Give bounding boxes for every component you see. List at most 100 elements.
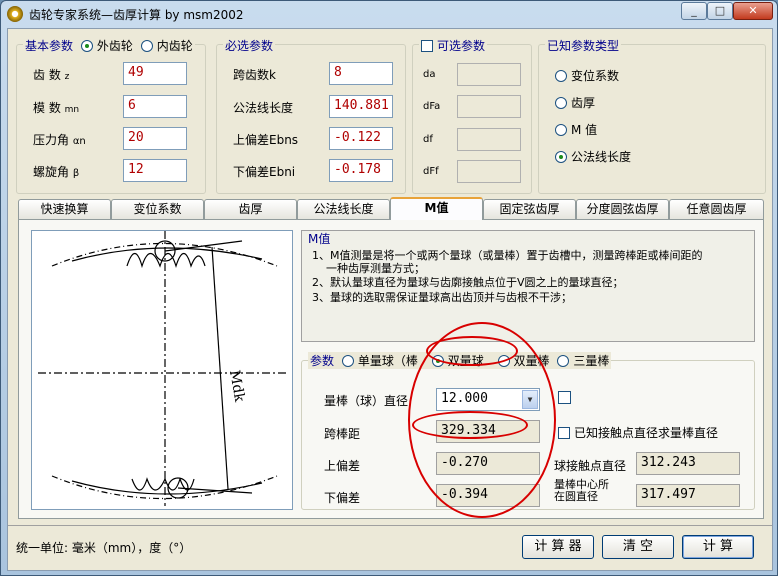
diameter-checkbox[interactable] <box>558 391 571 404</box>
upper-label: 上偏差 <box>324 459 361 473</box>
gear-diagram: Mdk <box>31 230 293 510</box>
dff-label: dFf <box>423 166 439 177</box>
known-option-shift-label: 变位系数 <box>571 69 620 83</box>
dff-input[interactable] <box>457 160 521 183</box>
annotation-ellipse-span <box>412 411 528 439</box>
known-option-tangent[interactable]: 公法线长度 <box>555 148 631 165</box>
basic-params-group: 基本参数 外齿轮 内齿轮 齿 数 z 49 模 数 mn 6 压力角 αn 20… <box>16 37 206 194</box>
tab-thickness[interactable]: 齿厚 <box>204 199 297 219</box>
radio-icon <box>555 97 567 109</box>
da-label: da <box>423 69 436 80</box>
df-label: df <box>423 134 433 145</box>
base-tangent-input[interactable]: 140.881 <box>329 95 393 118</box>
span-teeth-input[interactable]: 8 <box>329 62 393 85</box>
external-gear-label: 外齿轮 <box>96 39 133 53</box>
lower-dev-label: 下偏差Ebni <box>233 165 296 179</box>
tab-shift-coef[interactable]: 变位系数 <box>111 199 204 219</box>
gear-measurement-figure: Mdk <box>38 231 288 506</box>
helix-angle-label: 螺旋角 β <box>33 165 80 179</box>
triple-pin-label: 三量棒 <box>573 354 610 368</box>
known-type-label: 已知参数类型 <box>545 37 622 54</box>
basic-params-label: 基本参数 <box>25 39 74 53</box>
contact-label: 球接触点直径 <box>554 459 627 473</box>
upper-dev-label: 上偏差Ebns <box>233 133 299 147</box>
center-label: 量棒中心所 在圆直径 <box>554 479 609 503</box>
known-contact-toggle[interactable]: 已知接触点直径求量棒直径 <box>558 424 718 441</box>
known-option-shift[interactable]: 变位系数 <box>555 67 619 84</box>
tab-quick-convert[interactable]: 快速换算 <box>18 199 111 219</box>
teeth-count-input[interactable]: 49 <box>123 62 187 85</box>
mdk-label: Mdk <box>226 369 247 404</box>
optional-params-label: 可选参数 <box>437 39 486 53</box>
dfa-input[interactable] <box>457 95 521 118</box>
module-input[interactable]: 6 <box>123 95 187 118</box>
single-ball-label: 单量球（棒 <box>357 354 418 368</box>
required-params-group: 必选参数 跨齿数k 8 公法线长度 140.881 上偏差Ebns -0.122… <box>216 37 406 194</box>
center-output: 317.497 <box>636 484 740 507</box>
diameter-label: 量棒（球）直径 <box>324 394 409 408</box>
checkbox-icon <box>558 427 570 439</box>
known-option-m[interactable]: M 值 <box>555 121 597 138</box>
tab-pitch-chordal[interactable]: 分度圆弦齿厚 <box>576 199 669 219</box>
desc-line-2: 2、默认量球直径为量球与齿廓接触点位于V圆之上的量球直径； <box>312 276 624 289</box>
radio-checked-icon <box>555 151 567 163</box>
triple-pin-radio[interactable] <box>557 355 570 367</box>
single-ball-radio[interactable] <box>341 355 354 367</box>
lower-label: 下偏差 <box>324 491 361 505</box>
title-bar[interactable]: 齿轮专家系统—齿厚计算 by msm2002 _ □ ✕ <box>1 1 777 27</box>
lower-dev-input[interactable]: -0.178 <box>329 159 393 182</box>
known-option-tangent-label: 公法线长度 <box>571 150 632 164</box>
known-contact-label: 已知接触点直径求量棒直径 <box>574 426 719 440</box>
span-label: 跨棒距 <box>324 427 361 441</box>
unit-label: 统一单位: 毫米（mm），度（°） <box>16 541 192 555</box>
footer-divider <box>8 525 772 526</box>
span-teeth-label: 跨齿数k <box>233 68 276 82</box>
known-option-m-label: M 值 <box>571 123 598 137</box>
tab-m-value[interactable]: M值 <box>390 197 483 220</box>
known-option-thickness-label: 齿厚 <box>571 96 596 110</box>
clear-button[interactable]: 清 空 <box>602 535 674 559</box>
known-type-group: 已知参数类型 变位系数 齿厚 M 值 公法线长度 <box>538 37 766 194</box>
tab-strip: 快速换算 变位系数 齿厚 公法线长度 M值 固定弦齿厚 分度圆弦齿厚 任意圆齿厚 <box>18 197 764 220</box>
helix-angle-input[interactable]: 12 <box>123 159 187 182</box>
optional-params-checkbox[interactable] <box>421 40 433 52</box>
tab-any-circle[interactable]: 任意圆齿厚 <box>669 199 764 219</box>
radio-icon <box>555 70 567 82</box>
optional-group-header: 可选参数 <box>419 37 488 54</box>
desc-line-3: 3、量球的选取需保证量球高出齿顶并与齿根不干涉； <box>312 291 572 304</box>
close-button[interactable]: ✕ <box>733 2 773 20</box>
df-input[interactable] <box>457 128 521 151</box>
calculator-button[interactable]: 计 算 器 <box>522 535 594 559</box>
m-value-description: M值 1、M值测量是将一个或两个量球（或量棒）置于齿槽中，测量跨棒距或棒间距的 … <box>301 230 755 342</box>
tab-base-tangent[interactable]: 公法线长度 <box>297 199 390 219</box>
tab-chordal[interactable]: 固定弦齿厚 <box>483 199 576 219</box>
gear-app-icon <box>7 6 23 22</box>
external-gear-radio[interactable] <box>80 40 93 52</box>
internal-gear-label: 内齿轮 <box>156 39 193 53</box>
maximize-button[interactable]: □ <box>707 2 733 20</box>
compute-button[interactable]: 计 算 <box>682 535 754 559</box>
internal-gear-radio[interactable] <box>140 40 153 52</box>
desc-title: M值 <box>308 232 331 246</box>
upper-dev-input[interactable]: -0.122 <box>329 127 393 150</box>
known-option-thickness[interactable]: 齿厚 <box>555 94 595 111</box>
da-input[interactable] <box>457 63 521 86</box>
module-label: 模 数 mn <box>33 101 80 115</box>
required-params-label: 必选参数 <box>223 37 276 54</box>
client-area: 基本参数 外齿轮 内齿轮 齿 数 z 49 模 数 mn 6 压力角 αn 20… <box>7 28 773 571</box>
teeth-count-label: 齿 数 z <box>33 68 70 82</box>
dfa-label: dFa <box>423 101 441 112</box>
base-tangent-label: 公法线长度 <box>233 101 294 115</box>
window-title: 齿轮专家系统—齿厚计算 by msm2002 <box>29 8 244 22</box>
basic-group-header: 基本参数 外齿轮 内齿轮 <box>23 37 195 54</box>
main-window: 齿轮专家系统—齿厚计算 by msm2002 _ □ ✕ 基本参数 外齿轮 内齿… <box>0 0 778 576</box>
pressure-angle-input[interactable]: 20 <box>123 127 187 150</box>
center-label-line-2: 在圆直径 <box>554 490 598 503</box>
radio-icon <box>555 124 567 136</box>
params-label: 参数 <box>310 354 335 368</box>
contact-output: 312.243 <box>636 452 740 475</box>
pressure-angle-label: 压力角 αn <box>33 133 86 147</box>
minimize-button[interactable]: _ <box>681 2 707 20</box>
m-value-panel: Mdk M值 1、M值测量是将一个或两个量球（或量棒）置于齿槽中，测量跨棒距或棒… <box>18 219 764 519</box>
optional-params-group: 可选参数 da dFa df dFf <box>412 37 532 194</box>
